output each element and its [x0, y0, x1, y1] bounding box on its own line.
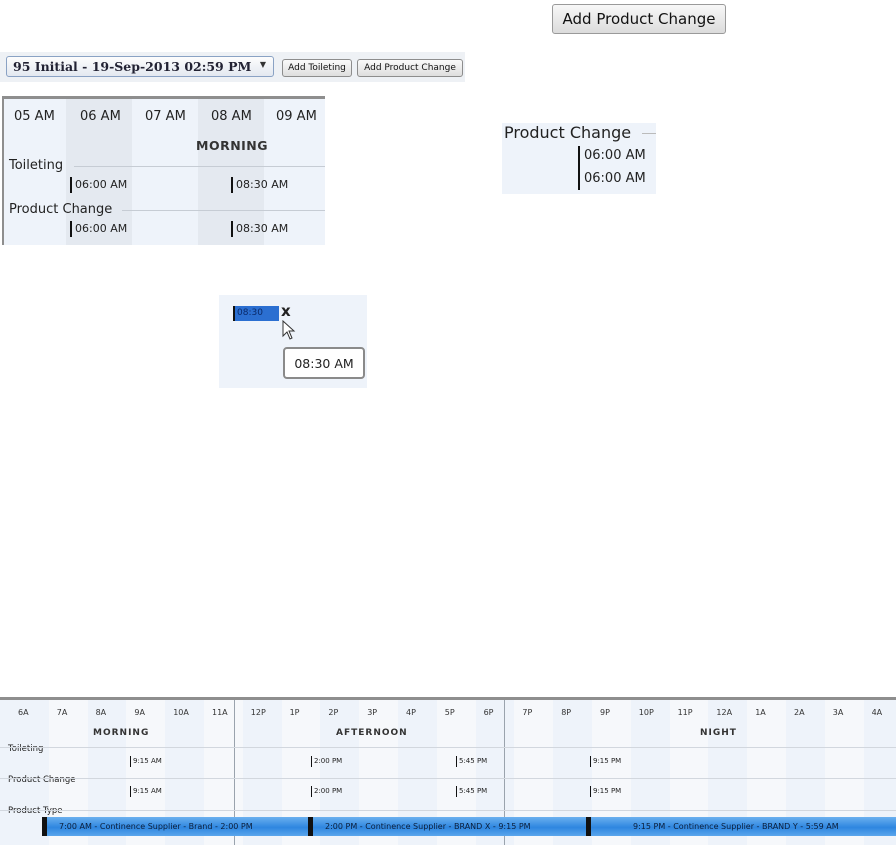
- hour-label: 9A: [134, 708, 145, 717]
- toileting-time-marker[interactable]: 5:45 PM: [456, 756, 487, 767]
- product-type-bar[interactable]: 9:15 PM - Continence Supplier - BRAND Y …: [586, 817, 896, 836]
- period-label-morning: MORNING: [93, 728, 150, 738]
- panel-title: Product Change: [504, 123, 632, 142]
- row-label-toileting: Toileting: [9, 158, 64, 173]
- hour-label: 2P: [328, 708, 339, 717]
- row-divider: [0, 810, 896, 811]
- product-change-time-marker[interactable]: 9:15 AM: [130, 786, 162, 797]
- hour-label: 07 AM: [145, 109, 186, 124]
- row-label-product-type: Product Type: [8, 806, 63, 816]
- hour-label: 12P: [250, 708, 266, 717]
- toileting-time-marker[interactable]: 06:00 AM: [70, 177, 127, 193]
- product-type-bar[interactable]: 2:00 PM - Continence Supplier - BRAND X …: [308, 817, 586, 836]
- product-change-time-marker[interactable]: 08:30 AM: [231, 221, 288, 237]
- hour-label: 7A: [56, 708, 68, 717]
- product-change-time[interactable]: 06:00 AM: [584, 171, 646, 186]
- row-divider: [122, 210, 325, 211]
- toileting-time-marker[interactable]: 9:15 AM: [130, 756, 162, 767]
- hour-label: 10A: [173, 708, 189, 717]
- hour-label: 4P: [406, 708, 416, 717]
- hour-label: 6A: [18, 708, 29, 717]
- add-product-change-small-button[interactable]: Add Product Change: [357, 59, 463, 77]
- hour-label: 6P: [483, 708, 494, 717]
- hour-label: 8P: [561, 708, 572, 717]
- row-divider: [0, 778, 896, 779]
- hour-label: 06 AM: [80, 109, 121, 124]
- hour-label: 11P: [677, 708, 693, 717]
- selected-time-chip[interactable]: 08:30: [233, 306, 279, 321]
- hour-label: 1A: [755, 708, 766, 717]
- time-tooltip: 08:30 AM: [283, 347, 365, 379]
- row-label-product-change: Product Change: [8, 775, 76, 785]
- schedule-panel-large: 6A 7A 8A 9A 10A 11A 12P 1P 2P 3P 4P 5P 6P 7P 8P 9P 10P 11…: [0, 697, 896, 845]
- product-change-time[interactable]: 06:00 AM: [584, 148, 646, 163]
- hour-label: 08 AM: [211, 109, 252, 124]
- product-change-time-marker[interactable]: 06:00 AM: [70, 221, 127, 237]
- hour-label: 11A: [212, 708, 228, 717]
- hour-label: 8A: [95, 708, 107, 717]
- product-type-bar[interactable]: 7:00 AM - Continence Supplier - Brand - …: [42, 817, 308, 836]
- hour-label: 3A: [832, 708, 844, 717]
- schedule-panel-small: 05 AM 06 AM 07 AM 08 AM 09 AM MORNING To…: [2, 96, 325, 245]
- product-change-time-marker[interactable]: 5:45 PM: [456, 786, 487, 797]
- hour-label: 2A: [794, 708, 805, 717]
- period-label: MORNING: [196, 138, 269, 153]
- toileting-time-marker[interactable]: 9:15 PM: [590, 756, 621, 767]
- row-divider: [0, 747, 896, 748]
- period-label-night: NIGHT: [700, 728, 737, 738]
- chevron-down-icon: ▼: [259, 60, 266, 69]
- toileting-time-marker[interactable]: 2:00 PM: [311, 756, 342, 767]
- toileting-time-marker[interactable]: 08:30 AM: [231, 177, 288, 193]
- title-rule: [642, 133, 656, 134]
- period-label-afternoon: AFTERNOON: [336, 728, 408, 738]
- add-toileting-button[interactable]: Add Toileting: [282, 59, 352, 77]
- product-change-panel: Product Change 06:00 AM 06:00 AM: [502, 123, 656, 194]
- hour-label: 12A: [716, 708, 733, 717]
- row-divider: [74, 166, 325, 167]
- hover-tooltip-panel: 08:30 x 08:30 AM: [219, 295, 367, 388]
- hour-label: 10P: [638, 708, 654, 717]
- hour-label: 3P: [367, 708, 378, 717]
- product-change-time-marker[interactable]: 9:15 PM: [590, 786, 621, 797]
- hour-label: 1P: [289, 708, 300, 717]
- hour-label: 05 AM: [14, 109, 55, 124]
- close-icon[interactable]: x: [281, 302, 291, 320]
- hour-label: 5P: [444, 708, 455, 717]
- hour-label: 7P: [522, 708, 533, 717]
- assessment-select[interactable]: 95 Initial - 19-Sep-2013 02:59 PM ▼: [6, 56, 274, 77]
- product-change-time-marker[interactable]: 2:00 PM: [311, 786, 342, 797]
- time-marker-line: [578, 146, 580, 190]
- row-label-product-change: Product Change: [9, 202, 113, 217]
- assessment-select-value: 95 Initial - 19-Sep-2013 02:59 PM: [13, 59, 252, 74]
- mouse-pointer-icon: [282, 320, 296, 340]
- schedule-toolbar: 95 Initial - 19-Sep-2013 02:59 PM ▼ Add …: [0, 52, 465, 82]
- hour-label: 4A: [871, 708, 883, 717]
- hour-label: 9P: [600, 708, 610, 717]
- add-product-change-button[interactable]: Add Product Change: [552, 4, 726, 34]
- row-label-toileting: Toileting: [8, 744, 44, 754]
- hour-label: 09 AM: [276, 109, 317, 124]
